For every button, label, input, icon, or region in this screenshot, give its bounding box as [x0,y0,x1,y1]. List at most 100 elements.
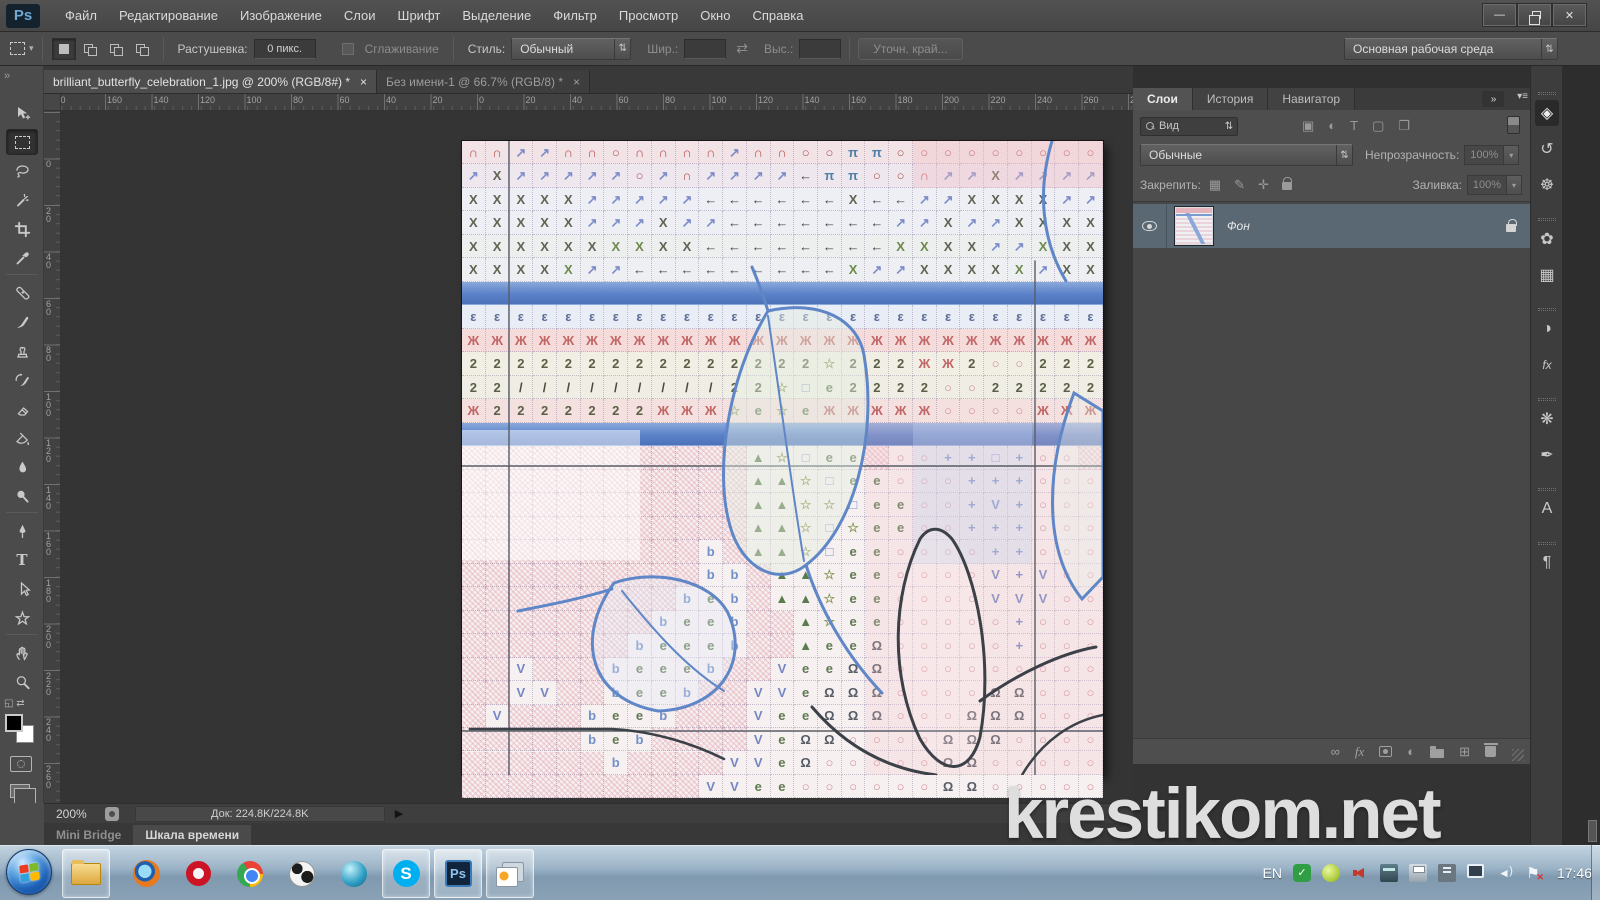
tray-speaker-icon[interactable]: ◄ [1495,864,1513,882]
feather-input[interactable]: 0 пикс. [254,39,316,59]
color-swatches[interactable] [5,714,39,748]
dock-history-icon[interactable]: ↺ [1535,136,1559,162]
taskbar-chrome[interactable] [226,849,274,898]
menu-7[interactable]: Фильтр [542,0,608,32]
taskbar-browser-orb[interactable] [330,849,378,898]
taskbar-skype[interactable]: S [382,849,430,898]
subtract-selection-button[interactable] [104,38,128,60]
layer-thumbnail[interactable] [1175,207,1213,245]
menu-2[interactable]: Редактирование [108,0,229,32]
bottom-tab-2[interactable]: Шкала времени [133,825,251,845]
move-tool[interactable] [6,100,38,126]
dock-navigator-icon[interactable]: ☸ [1535,172,1559,198]
paint-bucket-tool[interactable] [6,425,38,451]
dock-grip[interactable] [1538,218,1556,221]
adjustment-icon[interactable]: ◐ [1407,744,1415,759]
clock[interactable]: 17:46 [1557,865,1592,881]
group-icon[interactable] [1430,749,1444,758]
panel-collapse-button[interactable]: » [1482,91,1504,107]
dock-adjustments-icon[interactable]: ◑ [1535,316,1559,342]
panel-resize-grip[interactable] [1512,749,1524,761]
dodge-tool[interactable] [6,483,38,509]
clone-stamp-tool[interactable] [6,338,38,364]
menu-6[interactable]: Выделение [451,0,542,32]
dock-grip[interactable] [1538,542,1556,545]
opacity-dropdown-icon[interactable]: ▾ [1504,145,1519,165]
document-tab-1[interactable]: brilliant_butterfly_celebration_1.jpg @ … [44,70,377,93]
dock-paragraph-icon[interactable]: ¶ [1535,550,1559,576]
dock-color-icon[interactable]: ✿ [1535,226,1559,252]
lock-pixels-icon[interactable]: ✎ [1234,177,1245,193]
tray-action-center-flag-icon[interactable]: ⚑ [1524,864,1542,882]
height-input[interactable] [799,39,841,59]
foreground-color-swatch[interactable] [5,714,23,732]
close-tab-icon[interactable]: × [573,75,580,89]
language-indicator[interactable]: EN [1263,865,1282,881]
antialias-checkbox[interactable] [342,43,354,55]
hand-tool[interactable] [6,640,38,666]
tray-antivirus-icon[interactable]: ✓ [1293,864,1311,882]
lasso-tool[interactable] [6,158,38,184]
quick-mask-button[interactable] [10,756,32,772]
menu-3[interactable]: Изображение [229,0,333,32]
filter-pixel-layers-icon[interactable]: ▣ [1302,118,1314,134]
status-arrow-icon[interactable]: ▶ [395,807,403,820]
opacity-value[interactable]: 100% [1464,145,1504,165]
panel-tab-навигатор[interactable]: Навигатор [1268,88,1355,110]
tool-preset[interactable]: ▾ [10,42,34,55]
add-to-selection-button[interactable] [78,38,102,60]
intersect-selection-button[interactable] [130,38,154,60]
panel-tab-слои[interactable]: Слои [1133,88,1193,110]
eyedropper-tool[interactable] [6,245,38,271]
show-desktop-button[interactable] [1591,845,1600,900]
menu-5[interactable]: Шрифт [387,0,452,32]
visibility-cell[interactable] [1133,204,1167,248]
path-selection-tool[interactable] [6,576,38,602]
spot-healing-brush-tool[interactable] [6,280,38,306]
custom-shape-tool[interactable] [6,605,38,631]
filter-toggle[interactable] [1507,116,1520,134]
width-input[interactable] [684,39,726,59]
dock-kuler-icon[interactable]: ❋ [1535,406,1559,432]
dock-grip[interactable] [1538,308,1556,311]
tray-plug-icon[interactable] [1438,864,1456,882]
pen-tool[interactable] [6,518,38,544]
restore-button[interactable] [1518,4,1551,26]
dock-grip[interactable] [1538,488,1556,491]
start-button[interactable] [6,849,52,895]
menu-8[interactable]: Просмотр [608,0,689,32]
panel-tab-история[interactable]: История [1193,88,1269,110]
magic-wand-tool[interactable] [6,187,38,213]
tray-network-display-icon[interactable] [1467,864,1484,878]
menu-4[interactable]: Слои [333,0,387,32]
link-icon[interactable]: ∞ [1331,744,1340,759]
refine-edge-button[interactable]: Уточн. край... [858,38,962,60]
fx-icon[interactable]: fx [1355,744,1364,760]
close-button[interactable]: ✕ [1553,4,1586,26]
document-tab-2[interactable]: Без имени-1 @ 66.7% (RGB/8) *× [377,70,590,93]
menu-1[interactable]: Файл [54,0,108,32]
mask-icon[interactable] [1379,746,1392,757]
layer-row-background[interactable]: Фон [1133,204,1530,248]
bottom-tab-1[interactable]: Mini Bridge [44,825,133,845]
new-layer-icon[interactable]: ⊞ [1459,744,1470,760]
history-brush-tool[interactable] [6,367,38,393]
screen-mode-button[interactable] [10,784,30,798]
dock-layers-icon[interactable]: ◈ [1535,100,1559,126]
taskbar-download-master[interactable] [278,849,326,898]
dock-styles-icon[interactable]: fx [1535,352,1559,378]
swap-dimensions-icon[interactable]: ⇄ [736,40,748,57]
fill-value[interactable]: 100% [1467,175,1507,195]
toolbar-collapse-icon[interactable]: » [4,70,10,82]
eraser-tool[interactable] [6,396,38,422]
swap-colors-mini-icon[interactable]: ◱ ⇄ [4,698,25,709]
new-selection-button[interactable] [52,38,76,60]
workspace-select[interactable]: Основная рабочая среда ⇅ [1344,38,1558,60]
filter-smart-objects-icon[interactable]: ❐ [1398,118,1410,134]
panel-menu-icon[interactable]: ▾≡ [1517,91,1528,102]
dock-swatches-icon[interactable]: ▦ [1535,262,1559,288]
style-select[interactable]: Обычный ⇅ [511,38,631,60]
type-tool[interactable]: T [6,547,38,573]
dock-grip[interactable] [1538,398,1556,401]
filter-adjustment-layers-icon[interactable]: ◐ [1328,118,1336,134]
